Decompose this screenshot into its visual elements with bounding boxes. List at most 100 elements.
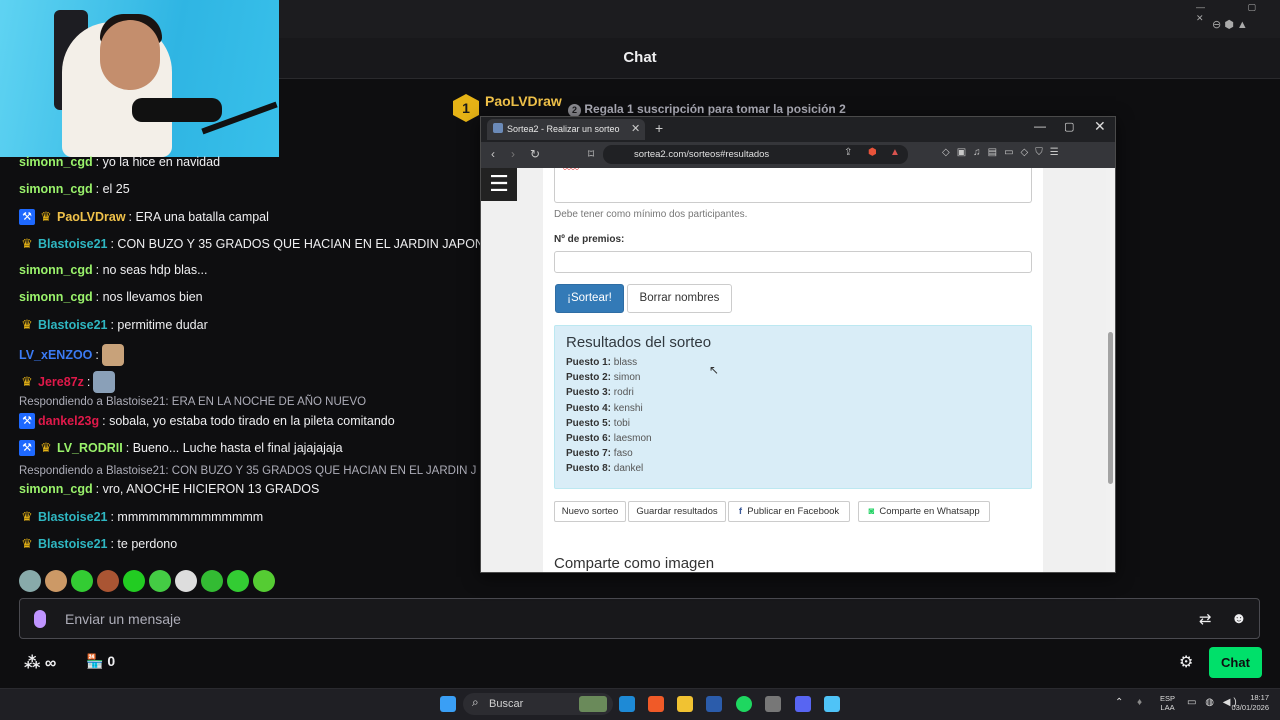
chat-username[interactable]: LV_xENZOO xyxy=(19,348,92,362)
maximize-icon[interactable]: ▢ xyxy=(1064,120,1074,133)
chat-reply-context: Respondiendo a Blastoise21: CON BUZO Y 3… xyxy=(19,465,477,477)
app-icon-2[interactable] xyxy=(765,696,781,712)
widgets-icon[interactable] xyxy=(579,696,607,712)
reload-icon[interactable]: ↻ xyxy=(530,147,540,161)
chat-username[interactable]: LV_RODRII xyxy=(57,441,123,455)
tray-language[interactable]: ESP LAA xyxy=(1160,694,1175,712)
scrollbar-thumb[interactable] xyxy=(1108,332,1113,484)
share-icon[interactable]: ⇪ xyxy=(844,147,852,158)
chat-username[interactable]: dankel23g xyxy=(38,414,99,428)
chat-message-text: : permitime dudar xyxy=(110,318,208,332)
participants-textarea[interactable] xyxy=(554,168,1032,203)
chat-username[interactable]: Blastoise21 xyxy=(38,510,107,524)
chat-message: ♛ Blastoise21: permitime dudar xyxy=(19,317,208,333)
brave-shield-icon[interactable]: ⬢ xyxy=(868,147,877,158)
discord-icon[interactable] xyxy=(795,696,811,712)
leaderboard-gift-text[interactable]: 2 Regala 1 suscripción para tomar la pos… xyxy=(568,102,846,117)
chat-message: ♛ Blastoise21: mmmmmmmmmmmmmm xyxy=(19,509,263,525)
browser-tab[interactable]: Sortea2 - Realizar un sorteo xyxy=(487,119,645,140)
moderator-badge-icon[interactable]: ⚒ xyxy=(19,440,35,456)
chat-message: LV_xENZOO: xyxy=(19,344,124,366)
chat-username[interactable]: Blastoise21 xyxy=(38,537,107,551)
subscriber-badge-icon[interactable]: ♛ xyxy=(19,374,35,390)
guardar-resultados-button[interactable]: Guardar resultados xyxy=(628,501,726,522)
mic-icon[interactable] xyxy=(34,610,46,628)
chat-message-text: : vro, ANOCHE HICIERON 13 GRADOS xyxy=(95,482,320,496)
chat-username[interactable]: Jere87z xyxy=(38,375,84,389)
result-label: Puesto 2: xyxy=(566,372,612,384)
app-icon-1[interactable] xyxy=(619,696,635,712)
chat-emote[interactable] xyxy=(93,371,116,393)
tray-chevron-icon[interactable]: ⌃ xyxy=(1115,697,1123,708)
store-counter[interactable]: 🏪 0 xyxy=(86,653,115,670)
result-label: Puesto 7: xyxy=(566,448,612,460)
subscriber-badge-icon[interactable]: ♛ xyxy=(19,317,35,333)
chat-message: ⚒ ♛ PaoLVDraw: ERA una batalla campal xyxy=(19,209,269,225)
whatsapp-button[interactable]: ◙ Comparte en Whatsapp xyxy=(858,501,990,522)
subscriber-badge-icon[interactable]: ♛ xyxy=(19,236,35,252)
moderator-badge-icon[interactable]: ⚒ xyxy=(19,413,35,429)
chat-username[interactable]: PaoLVDraw xyxy=(57,210,126,224)
chat-username[interactable]: simonn_cgd xyxy=(19,290,93,304)
gear-icon[interactable]: ⚙ xyxy=(1179,652,1193,672)
subscriber-badge-icon[interactable]: ♛ xyxy=(38,440,54,456)
chat-username[interactable]: Blastoise21 xyxy=(38,237,107,251)
bits-counter[interactable]: ⁂ ∞ xyxy=(24,653,56,673)
chat-send-button[interactable]: Chat xyxy=(1209,647,1262,678)
chat-message: simonn_cgd: nos llevamos bien xyxy=(19,290,203,304)
facebook-button[interactable]: f Publicar en Facebook xyxy=(728,501,850,522)
sortear-button[interactable]: ¡Sortear! xyxy=(555,284,624,313)
chat-reply-context: Respondiendo a Blastoise21: ERA EN LA NO… xyxy=(19,396,367,408)
chat-username[interactable]: simonn_cgd xyxy=(19,182,93,196)
subscriber-badge-icon[interactable]: ♛ xyxy=(19,509,35,525)
premios-label: Nº de premios: xyxy=(554,234,625,245)
rewards-icon[interactable]: ▲ xyxy=(890,147,900,158)
result-label: Puesto 6: xyxy=(566,433,612,444)
chat-message-text: : xyxy=(95,348,99,362)
subscriber-badge-icon[interactable]: ♛ xyxy=(38,209,54,225)
translate-icon[interactable]: ⇄ xyxy=(1199,610,1212,628)
bookmark-icon[interactable]: ⌑ xyxy=(588,147,594,161)
chat-username[interactable]: simonn_cgd xyxy=(19,263,93,277)
facebook-icon: f xyxy=(738,506,742,517)
subscriber-badge-icon[interactable]: ♛ xyxy=(19,536,35,552)
topbar-icons[interactable]: ⊖ ⬢ ▲ xyxy=(1212,18,1248,31)
emote-suggestion-row[interactable] xyxy=(19,570,275,592)
tray-mic-icon[interactable]: ♦ xyxy=(1137,697,1142,708)
explorer-icon[interactable] xyxy=(677,696,693,712)
address-bar[interactable]: sortea2.com/sorteos#resultados xyxy=(603,145,908,164)
chat-input[interactable] xyxy=(19,598,1260,639)
brave-icon[interactable] xyxy=(648,696,664,712)
tray-clock[interactable]: 18:17 03/01/2026 xyxy=(1224,693,1269,713)
new-tab-icon[interactable]: + xyxy=(655,120,663,136)
borrar-nombres-button[interactable]: Borrar nombres xyxy=(627,284,732,313)
steam-icon[interactable] xyxy=(706,696,722,712)
chat-username[interactable]: simonn_cgd xyxy=(19,155,93,169)
chat-message-text: : el 25 xyxy=(95,182,130,196)
start-icon[interactable] xyxy=(440,696,456,712)
minimize-icon[interactable]: — xyxy=(1034,119,1046,133)
extension-icons[interactable]: ◇▣♫▤▭◇⛉☰ xyxy=(942,147,1066,158)
result-row: Puesto 1: blass xyxy=(566,357,637,368)
nuevo-sorteo-button[interactable]: Nuevo sorteo xyxy=(554,501,626,522)
notepad-icon[interactable] xyxy=(824,696,840,712)
close-tab-icon[interactable]: ✕ xyxy=(631,122,640,135)
forward-icon[interactable]: › xyxy=(511,147,515,161)
chat-message: ♛ Blastoise21: te perdono xyxy=(19,536,177,552)
chat-message-text: : no seas hdp blas... xyxy=(95,263,208,277)
spotify-icon[interactable] xyxy=(736,696,752,712)
back-icon[interactable]: ‹ xyxy=(491,147,495,161)
chat-emote[interactable] xyxy=(101,344,124,366)
chat-username[interactable]: Blastoise21 xyxy=(38,318,107,332)
hamburger-menu-icon[interactable]: ☰ xyxy=(481,168,517,201)
emoji-icon[interactable]: ☻ xyxy=(1231,610,1247,627)
chat-username[interactable]: simonn_cgd xyxy=(19,482,93,496)
moderator-badge-icon[interactable]: ⚒ xyxy=(19,209,35,225)
leaderboard-name[interactable]: PaoLVDraw xyxy=(485,93,562,109)
close-window-icon[interactable]: ✕ xyxy=(1094,118,1106,135)
mouse-cursor-icon: ↖ xyxy=(709,363,720,377)
premios-input[interactable] xyxy=(554,251,1032,273)
result-row: Puesto 3: rodri xyxy=(566,387,634,398)
result-row: Puesto 7: faso xyxy=(566,448,633,459)
chat-message: ⚒ ♛ LV_RODRII: Bueno... Luche hasta el fin… xyxy=(19,440,343,456)
